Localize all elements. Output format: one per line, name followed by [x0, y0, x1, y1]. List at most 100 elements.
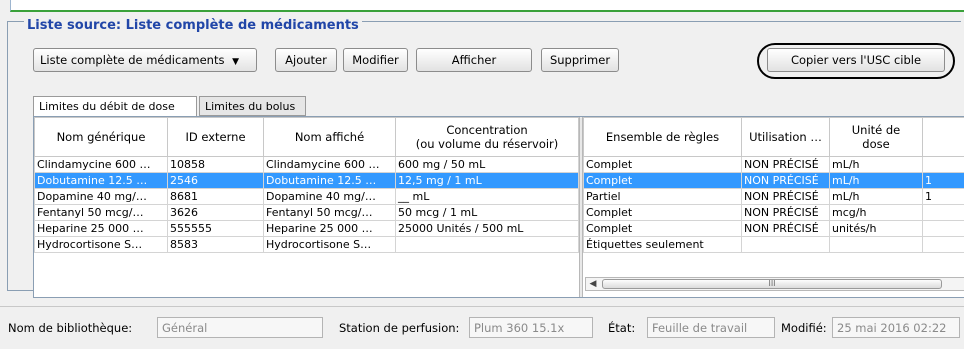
scroll-thumb[interactable]: III — [602, 279, 942, 289]
extra-cell — [922, 220, 964, 237]
chevron-down-icon: ▼ — [232, 57, 240, 67]
generic-name-cell: Hydrocortisone S… — [34, 236, 168, 253]
display-name-cell: Fentanyl 50 mcg/… — [263, 204, 396, 221]
external-id-cell: 8583 — [167, 236, 264, 253]
external-id-cell: 8681 — [167, 188, 264, 205]
table-row[interactable]: Fentanyl 50 mcg/… 3626 Fentanyl 50 mcg/… 50… — [34, 204, 579, 221]
rule-set-cell: Complet — [583, 204, 742, 221]
extra-cell — [922, 204, 964, 221]
table-row[interactable]: Étiquettes seulement — [583, 236, 964, 253]
col-concentration[interactable]: Concentration (ou volume du réservoir) — [395, 117, 579, 157]
concentration-cell: 25000 Unités / 500 mL — [395, 220, 579, 237]
library-name-field: Général — [157, 317, 323, 338]
table-row[interactable]: Clindamycine 600 … 10858 Clindamycine 600 … — [34, 156, 579, 173]
generic-name-cell: Heparine 25 000 … — [34, 220, 168, 237]
infusion-station-label: Station de perfusion: — [339, 321, 460, 335]
generic-name-cell: Dopamine 40 mg/… — [34, 188, 168, 205]
usage-cell: NON PRÉCISÉ — [741, 172, 830, 189]
dose-unit-cell: mcg/h — [829, 204, 923, 221]
copy-to-target-button[interactable]: Copier vers l'USC cible — [767, 48, 945, 72]
external-id-cell: 3626 — [167, 204, 264, 221]
generic-name-cell: Fentanyl 50 mcg/… — [34, 204, 168, 221]
modified-label: Modifié: — [781, 321, 827, 335]
list-select-dropdown[interactable]: Liste complète de médicaments ▼ — [33, 48, 257, 72]
medication-table-area: Nom générique ID externe Nom affiché Con… — [33, 116, 964, 298]
usage-cell: NON PRÉCISÉ — [741, 188, 830, 205]
concentration-cell — [395, 236, 579, 253]
source-list-title: Liste source: Liste complète de médicame… — [24, 18, 362, 33]
table-row[interactable]: Dopamine 40 mg/… 8681 Dopamine 40 mg/… __ m… — [34, 188, 579, 205]
table-row[interactable]: Complet NON PRÉCISÉ mcg/h — [583, 204, 964, 221]
display-name-cell: Heparine 25 000 … — [263, 220, 396, 237]
state-field: Feuille de travail — [647, 317, 775, 338]
concentration-cell: 600 mg / 50 mL — [395, 156, 579, 173]
concentration-cell: 50 mcg / 1 mL — [395, 204, 579, 221]
dose-unit-cell: unités/h — [829, 220, 923, 237]
usage-cell — [741, 236, 830, 253]
infusion-station-field: Plum 360 15.1x — [469, 317, 593, 338]
rule-set-cell: Complet — [583, 156, 742, 173]
generic-name-cell: Dobutamine 12.5 … — [34, 172, 168, 189]
col-rule-set[interactable]: Ensemble de règles — [583, 117, 742, 157]
modify-button[interactable]: Modifier — [343, 48, 408, 72]
col-display-name[interactable]: Nom affiché — [263, 117, 396, 157]
col-concentration-line1: Concentration — [446, 123, 528, 137]
status-bar: Nom de bibliothèque: Général Station de … — [0, 312, 964, 342]
table-row[interactable]: Complet NON PRÉCISÉ mL/h 1 — [583, 172, 964, 189]
list-select-value: Liste complète de médicaments — [40, 53, 225, 67]
rule-set-cell: Étiquettes seulement — [583, 236, 742, 253]
table-row[interactable]: Dobutamine 12.5 … 2546 Dobutamine 12.5 … 12… — [34, 172, 579, 189]
col-generic-name[interactable]: Nom générique — [34, 117, 168, 157]
extra-cell: 1 — [922, 188, 964, 205]
col-usage[interactable]: Utilisation … — [741, 117, 830, 157]
col-dose-unit[interactable]: Unité de dose — [829, 117, 923, 157]
table-row[interactable]: Hydrocortisone S… 8583 Hydrocortisone S… — [34, 236, 579, 253]
add-button[interactable]: Ajouter — [275, 48, 337, 72]
col-dose-unit-line2: dose — [862, 137, 890, 151]
concentration-cell: __ mL — [395, 188, 579, 205]
display-name-cell: Dopamine 40 mg/… — [263, 188, 396, 205]
table-row[interactable]: Partiel NON PRÉCISÉ mL/h 1 — [583, 188, 964, 205]
external-id-cell: 2546 — [167, 172, 264, 189]
usage-cell: NON PRÉCISÉ — [741, 156, 830, 173]
scroll-left-icon[interactable]: ◀ — [586, 278, 600, 290]
modified-field: 25 mai 2016 02:22 — [832, 317, 960, 338]
display-name-cell: Hydrocortisone S… — [263, 236, 396, 253]
dose-unit-cell — [829, 236, 923, 253]
extra-cell: 1 — [922, 172, 964, 189]
col-extra[interactable] — [922, 117, 964, 157]
display-button[interactable]: Afficher — [416, 48, 532, 72]
extra-cell — [922, 156, 964, 173]
status-divider — [0, 306, 964, 307]
library-name-label: Nom de bibliothèque: — [8, 321, 133, 335]
usage-cell: NON PRÉCISÉ — [741, 220, 830, 237]
dose-unit-cell: mL/h — [829, 172, 923, 189]
generic-name-cell: Clindamycine 600 … — [34, 156, 168, 173]
display-name-cell: Dobutamine 12.5 … — [263, 172, 396, 189]
table-row[interactable]: Heparine 25 000 … 555555 Heparine 25 000 …… — [34, 220, 579, 237]
rule-set-cell: Partiel — [583, 188, 742, 205]
display-name-cell: Clindamycine 600 … — [263, 156, 396, 173]
right-medication-table: Ensemble de règles Utilisation … Unité d… — [583, 117, 964, 253]
extra-cell — [922, 236, 964, 253]
horizontal-scrollbar[interactable]: ◀ III — [585, 277, 964, 291]
delete-button[interactable]: Supprimer — [541, 48, 619, 72]
dose-unit-cell: mL/h — [829, 188, 923, 205]
previous-panel-edge — [10, 0, 964, 12]
rule-set-cell: Complet — [583, 220, 742, 237]
col-dose-unit-line1: Unité de — [851, 123, 901, 137]
concentration-cell: 12,5 mg / 1 mL — [395, 172, 579, 189]
external-id-cell: 555555 — [167, 220, 264, 237]
table-row[interactable]: Complet NON PRÉCISÉ mL/h — [583, 156, 964, 173]
col-external-id[interactable]: ID externe — [167, 117, 264, 157]
dose-unit-cell: mL/h — [829, 156, 923, 173]
state-label: État: — [608, 321, 636, 335]
external-id-cell: 10858 — [167, 156, 264, 173]
usage-cell: NON PRÉCISÉ — [741, 204, 830, 221]
col-concentration-line2: (ou volume du réservoir) — [415, 137, 559, 151]
tab-dose-rate-limits[interactable]: Limites du débit de dose — [33, 96, 197, 117]
table-row[interactable]: Complet NON PRÉCISÉ unités/h — [583, 220, 964, 237]
left-medication-table: Nom générique ID externe Nom affiché Con… — [34, 117, 579, 253]
rule-set-cell: Complet — [583, 172, 742, 189]
tab-bolus-limits[interactable]: Limites du bolus — [199, 96, 306, 116]
